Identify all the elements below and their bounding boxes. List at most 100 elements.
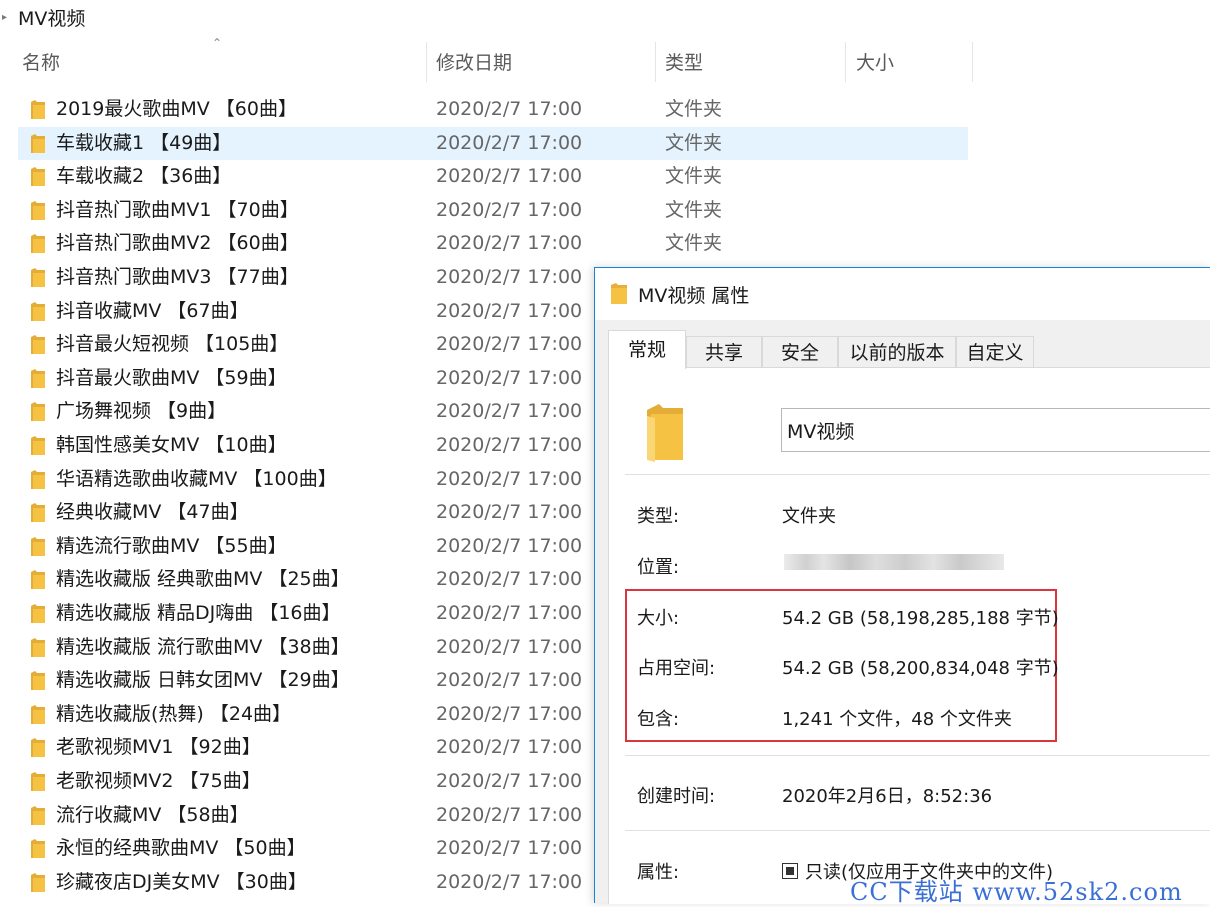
column-divider[interactable] — [845, 42, 846, 82]
file-name[interactable]: 抖音最火歌曲MV 【59曲】 — [56, 362, 287, 395]
folder-icon — [31, 167, 45, 187]
file-name[interactable]: 经典收藏MV 【47曲】 — [56, 496, 249, 529]
file-type: 文件夹 — [665, 98, 723, 120]
file-name[interactable]: 华语精选歌曲收藏MV 【100曲】 — [56, 463, 337, 496]
file-name[interactable]: 精选收藏版 经典歌曲MV 【25曲】 — [56, 563, 350, 596]
dialog-title: MV视频 属性 — [638, 284, 750, 307]
folder-icon — [31, 469, 45, 489]
tab-security[interactable]: 安全 — [762, 336, 838, 368]
tab-general[interactable]: 常规 — [608, 330, 686, 369]
file-name[interactable]: 车载收藏1 【49曲】 — [56, 127, 231, 160]
file-date: 2020/2/7 17:00 — [436, 803, 583, 826]
folder-icon — [31, 839, 45, 859]
file-date: 2020/2/7 17:00 — [436, 534, 583, 557]
folder-icon — [31, 368, 45, 388]
file-type: 文件夹 — [665, 131, 723, 154]
folder-name-input[interactable] — [781, 408, 1210, 452]
file-date: 2020/2/7 17:00 — [436, 198, 583, 221]
folder-icon — [31, 335, 45, 355]
column-divider[interactable] — [655, 42, 656, 82]
folder-icon — [31, 133, 45, 153]
folder-icon — [31, 100, 45, 119]
file-date: 2020/2/7 17:00 — [436, 434, 583, 456]
file-date: 2020/2/7 17:00 — [436, 568, 583, 591]
dialog-titlebar[interactable]: MV视频 属性 — [595, 268, 1210, 320]
size-value: 54.2 GB (58,198,285,188 字节) — [782, 608, 1059, 629]
column-header-name[interactable]: 名称 — [22, 38, 60, 84]
divider — [625, 830, 1210, 831]
location-label: 位置: — [637, 557, 680, 578]
file-date: 2020/2/7 17:00 — [436, 602, 583, 624]
disk-size-label: 占用空间: — [637, 658, 716, 679]
file-name[interactable]: 车载收藏2 【36曲】 — [56, 160, 231, 193]
file-name[interactable]: 精选收藏版 日韩女团MV 【29曲】 — [56, 664, 350, 697]
folder-icon — [31, 704, 45, 724]
file-date: 2020/2/7 17:00 — [436, 165, 583, 188]
file-name[interactable]: 抖音热门歌曲MV1 【70曲】 — [56, 194, 299, 227]
file-date: 2020/2/7 17:00 — [436, 702, 583, 725]
file-name[interactable]: 老歌视频MV1 【92曲】 — [56, 731, 261, 764]
general-tab-panel: 类型: 文件夹 位置: 大小: 54.2 GB (58,198,285,188 … — [608, 367, 1210, 904]
sort-ascending-icon: ⌃ — [212, 36, 223, 50]
folder-icon — [31, 536, 45, 556]
location-value-blurred — [784, 554, 1004, 570]
file-name[interactable]: 韩国性感美女MV 【10曲】 — [56, 429, 287, 462]
folder-icon — [31, 637, 45, 657]
folder-icon — [31, 805, 45, 825]
file-date: 2020/2/7 17:00 — [436, 299, 583, 322]
folder-icon — [31, 402, 45, 422]
folder-icon — [31, 604, 45, 623]
readonly-checkbox[interactable] — [782, 863, 798, 879]
column-header-size[interactable]: 大小 — [856, 38, 894, 84]
column-header-row: ⌃ 名称 修改日期 类型 大小 — [0, 36, 1210, 84]
file-name[interactable]: 永恒的经典歌曲MV 【50曲】 — [56, 832, 306, 865]
contains-label: 包含: — [637, 709, 680, 730]
file-name[interactable]: 抖音收藏MV 【67曲】 — [56, 295, 249, 328]
file-name[interactable]: 珍藏夜店DJ美女MV 【30曲】 — [56, 866, 307, 899]
tab-previous-versions[interactable]: 以前的版本 — [838, 336, 956, 368]
file-date: 2020/2/7 17:00 — [436, 400, 583, 423]
file-name[interactable]: 精选收藏版(热舞) 【24曲】 — [56, 698, 291, 731]
file-name[interactable]: 抖音热门歌曲MV3 【77曲】 — [56, 261, 299, 294]
folder-icon — [31, 738, 45, 758]
chevron-right-icon[interactable]: ▸ — [2, 12, 12, 23]
file-date: 2020/2/7 17:00 — [436, 669, 583, 692]
file-name[interactable]: 流行收藏MV 【58曲】 — [56, 799, 249, 832]
file-name[interactable]: 广场舞视频 【9曲】 — [56, 395, 226, 428]
file-row[interactable]: 抖音热门歌曲MV2 【60曲】 2020/2/7 17:00 文件夹 — [18, 227, 968, 260]
breadcrumb[interactable]: ▸ MV视频 — [0, 0, 1210, 34]
file-date: 2020/2/7 17:00 — [436, 266, 583, 288]
column-header-type[interactable]: 类型 — [665, 38, 703, 84]
file-date: 2020/2/7 17:00 — [436, 333, 583, 356]
folder-icon — [31, 671, 45, 691]
file-type: 文件夹 — [665, 198, 723, 221]
properties-dialog: MV视频 属性 常规 共享 安全 以前的版本 自定义 类型: 文件夹 位置: 大… — [594, 267, 1210, 904]
file-name[interactable]: 2019最火歌曲MV 【60曲】 — [56, 93, 297, 126]
column-divider[interactable] — [426, 42, 427, 82]
file-row[interactable]: 车载收藏2 【36曲】 2020/2/7 17:00 文件夹 — [18, 160, 968, 193]
folder-icon — [31, 268, 45, 287]
folder-large-icon — [647, 404, 683, 462]
file-row[interactable]: 2019最火歌曲MV 【60曲】 2020/2/7 17:00 文件夹 — [18, 93, 968, 126]
file-date: 2020/2/7 17:00 — [436, 635, 583, 658]
type-label: 类型: — [637, 506, 680, 527]
folder-icon — [31, 234, 45, 254]
file-row[interactable]: 车载收藏1 【49曲】 2020/2/7 17:00 文件夹 — [18, 126, 968, 160]
tab-sharing[interactable]: 共享 — [686, 336, 762, 368]
divider — [625, 755, 1210, 756]
contains-value: 1,241 个文件，48 个文件夹 — [782, 709, 1012, 730]
file-date: 2020/2/7 17:00 — [436, 467, 583, 490]
file-name[interactable]: 抖音热门歌曲MV2 【60曲】 — [56, 227, 299, 260]
file-name[interactable]: 精选流行歌曲MV 【55曲】 — [56, 530, 287, 563]
breadcrumb-current-folder[interactable]: MV视频 — [18, 4, 85, 31]
file-row[interactable]: 抖音热门歌曲MV1 【70曲】 2020/2/7 17:00 文件夹 — [18, 194, 968, 227]
file-date: 2020/2/7 17:00 — [436, 131, 583, 154]
tab-customize[interactable]: 自定义 — [956, 336, 1034, 368]
divider — [625, 474, 1210, 475]
file-name[interactable]: 老歌视频MV2 【75曲】 — [56, 765, 261, 798]
file-name[interactable]: 抖音最火短视频 【105曲】 — [56, 328, 288, 361]
file-name[interactable]: 精选收藏版 流行歌曲MV 【38曲】 — [56, 631, 350, 664]
column-header-date[interactable]: 修改日期 — [436, 38, 512, 84]
column-divider[interactable] — [972, 42, 973, 82]
file-name[interactable]: 精选收藏版 精品DJ嗨曲 【16曲】 — [56, 597, 341, 630]
